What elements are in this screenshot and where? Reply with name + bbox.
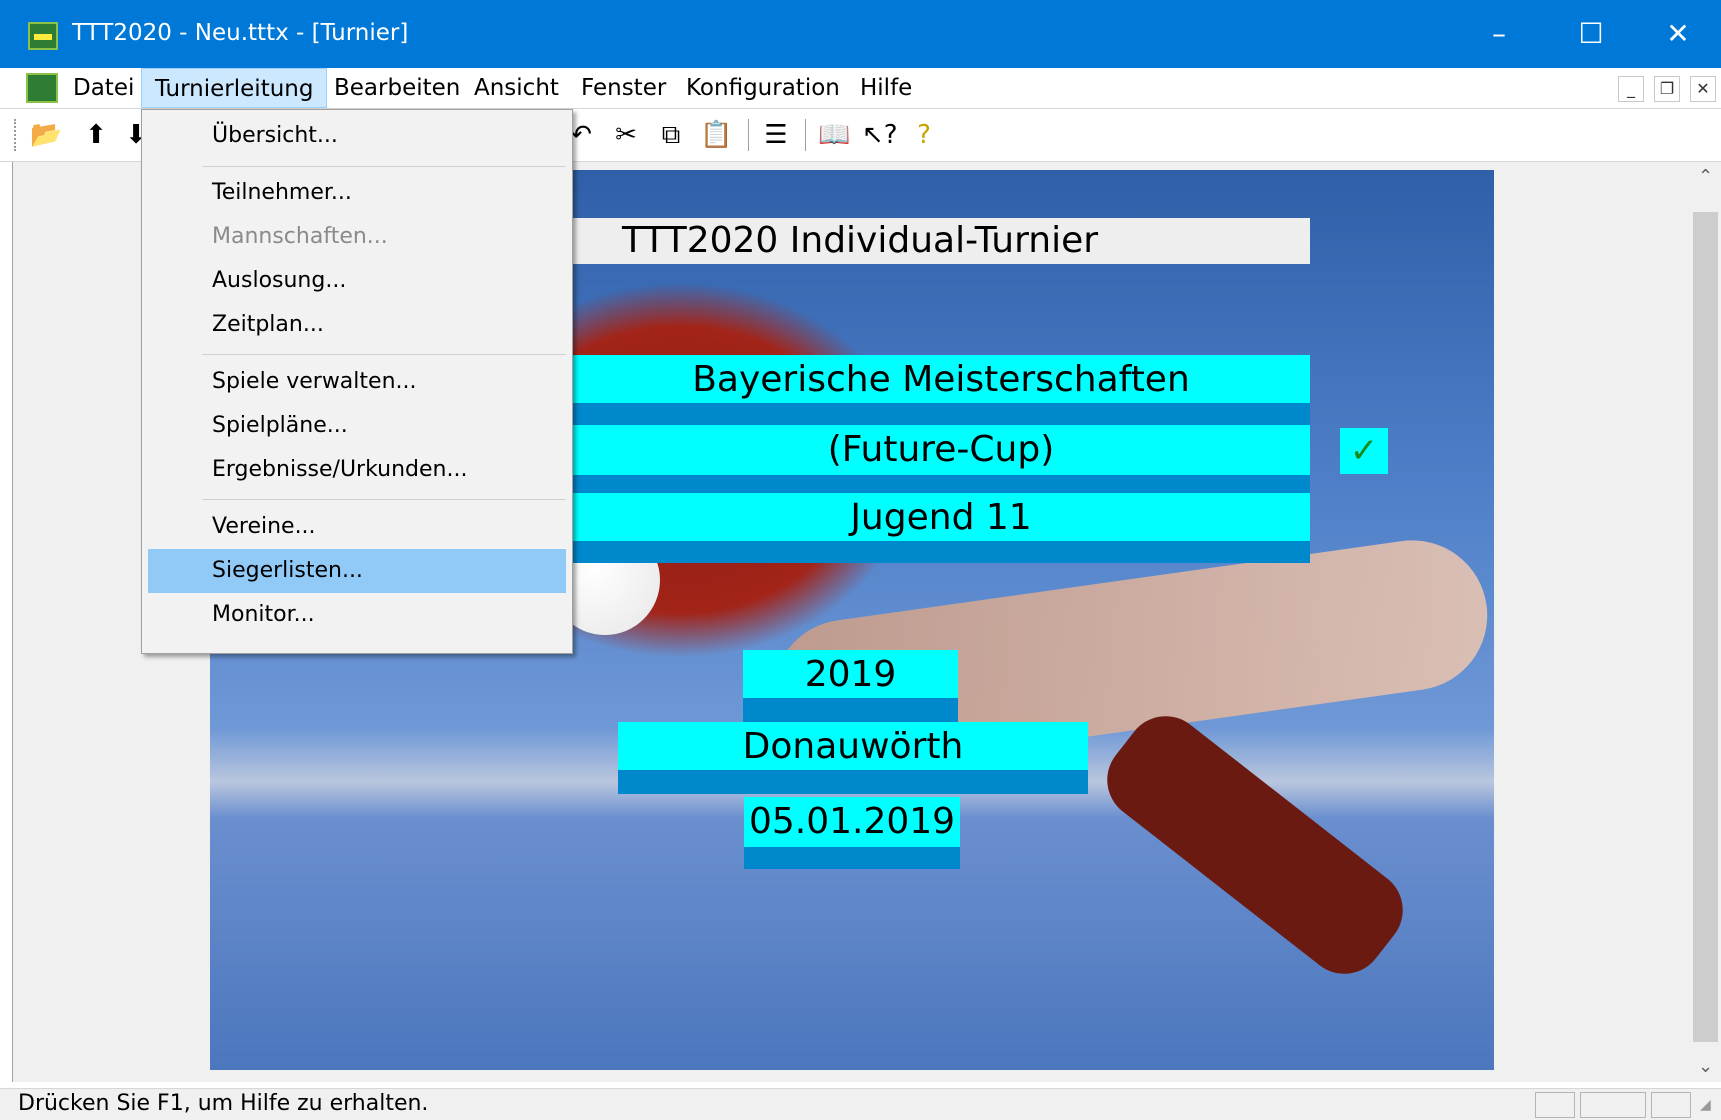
open-icon[interactable]: 📂: [30, 119, 62, 151]
banner-shade: [744, 847, 960, 869]
app-icon[interactable]: [28, 22, 58, 50]
date-banner[interactable]: 05.01.2019: [744, 797, 960, 869]
location-banner[interactable]: Donauwörth: [618, 722, 1088, 794]
banner-shade: [572, 475, 1310, 493]
import-icon[interactable]: ⬆: [80, 119, 112, 151]
list-icon[interactable]: ☰: [760, 119, 792, 151]
status-text: Drücken Sie F1, um Hilfe zu erhalten.: [18, 1091, 429, 1116]
vertical-scrollbar[interactable]: ⌃ ⌄: [1690, 162, 1721, 1082]
title-bar: TTT2020 - Neu.tttx - [Turnier] – ☐ ✕: [0, 0, 1721, 68]
book-icon[interactable]: 📖: [818, 119, 850, 151]
tournament-type-text: TTT2020 Individual-Turnier: [622, 220, 1099, 261]
tournament-name-banner[interactable]: Bayerische Meisterschaften: [572, 355, 1310, 425]
menu-konfiguration[interactable]: Konfiguration: [673, 68, 853, 108]
menu-separator: [202, 499, 566, 500]
mdi-minimize-button[interactable]: _: [1618, 76, 1644, 102]
date-text: 05.01.2019: [748, 801, 956, 842]
menu-item-ergebnisse-urkunden[interactable]: Ergebnisse/Urkunden...: [148, 448, 566, 492]
year-banner[interactable]: 2019: [743, 650, 958, 722]
menu-item-monitor[interactable]: Monitor...: [148, 593, 566, 637]
minimize-button[interactable]: –: [1453, 0, 1545, 68]
banner-shade: [572, 541, 1310, 563]
menu-item-vereine[interactable]: Vereine...: [148, 505, 566, 549]
category-banner[interactable]: Jugend 11: [572, 493, 1310, 563]
context-help-icon[interactable]: ↖?: [862, 119, 898, 151]
menu-hilfe[interactable]: Hilfe: [847, 68, 925, 108]
scroll-thumb[interactable]: [1693, 212, 1718, 1042]
status-pane: [1535, 1092, 1575, 1118]
menu-item-teilnehmer[interactable]: Teilnehmer...: [148, 171, 566, 215]
location-text: Donauwörth: [742, 726, 964, 767]
year-text: 2019: [804, 654, 897, 695]
menu-item-spielplaene[interactable]: Spielpläne...: [148, 404, 566, 448]
scroll-up-icon[interactable]: ⌃: [1690, 162, 1721, 192]
menu-item-siegerlisten[interactable]: Siegerlisten...: [148, 549, 566, 593]
menu-item-spiele-verwalten[interactable]: Spiele verwalten...: [148, 360, 566, 404]
menu-item-zeitplan[interactable]: Zeitplan...: [148, 303, 566, 347]
check-mark-icon[interactable]: ✓: [1340, 428, 1388, 474]
menu-bar: Datei Turnierleitung Bearbeiten Ansicht …: [0, 68, 1721, 109]
banner-shade: [743, 698, 958, 722]
turnierleitung-dropdown: Übersicht... Teilnehmer... Mannschaften.…: [141, 109, 573, 654]
category-text: Jugend 11: [850, 497, 1032, 538]
tournament-name-line2: (Future-Cup): [827, 429, 1055, 470]
menu-datei[interactable]: Datei: [60, 68, 147, 108]
scroll-down-icon[interactable]: ⌄: [1690, 1052, 1721, 1082]
toolbar-separator: [748, 119, 749, 151]
copy-icon[interactable]: ⧉: [655, 119, 687, 151]
close-button[interactable]: ✕: [1632, 0, 1721, 68]
toolbar-separator: [805, 119, 806, 151]
menu-item-auslosung[interactable]: Auslosung...: [148, 259, 566, 303]
banner-shade: [618, 770, 1088, 794]
window-title: TTT2020 - Neu.tttx - [Turnier]: [72, 20, 409, 46]
tournament-name-line1: Bayerische Meisterschaften: [692, 359, 1190, 400]
menu-bearbeiten[interactable]: Bearbeiten: [321, 68, 473, 108]
document-icon[interactable]: [26, 73, 58, 103]
cut-icon[interactable]: ✂: [610, 119, 642, 151]
menu-separator: [202, 166, 566, 167]
paddle-handle-shape: [1091, 700, 1419, 990]
banner-shade: [572, 403, 1310, 425]
paste-icon[interactable]: 📋: [700, 119, 732, 151]
menu-separator: [202, 354, 566, 355]
status-pane: [1651, 1092, 1691, 1118]
menu-item-mannschaften: Mannschaften...: [212, 224, 388, 249]
menu-ansicht[interactable]: Ansicht: [461, 68, 572, 108]
status-bar: Drücken Sie F1, um Hilfe zu erhalten. ◢: [0, 1088, 1721, 1120]
maximize-button[interactable]: ☐: [1545, 0, 1637, 68]
mdi-restore-button[interactable]: ❐: [1654, 76, 1680, 102]
menu-turnierleitung[interactable]: Turnierleitung: [141, 68, 328, 108]
tournament-subtitle-banner[interactable]: (Future-Cup): [572, 425, 1310, 493]
menu-item-uebersicht[interactable]: Übersicht...: [148, 114, 566, 158]
toolbar-grip[interactable]: [14, 119, 20, 151]
menu-fenster[interactable]: Fenster: [568, 68, 679, 108]
resize-grip-icon[interactable]: ◢: [1700, 1097, 1718, 1117]
tournament-type-label: TTT2020 Individual-Turnier: [572, 218, 1310, 264]
status-pane: [1580, 1092, 1646, 1118]
mdi-close-button[interactable]: ✕: [1690, 76, 1716, 102]
help-icon[interactable]: ?: [908, 119, 940, 151]
